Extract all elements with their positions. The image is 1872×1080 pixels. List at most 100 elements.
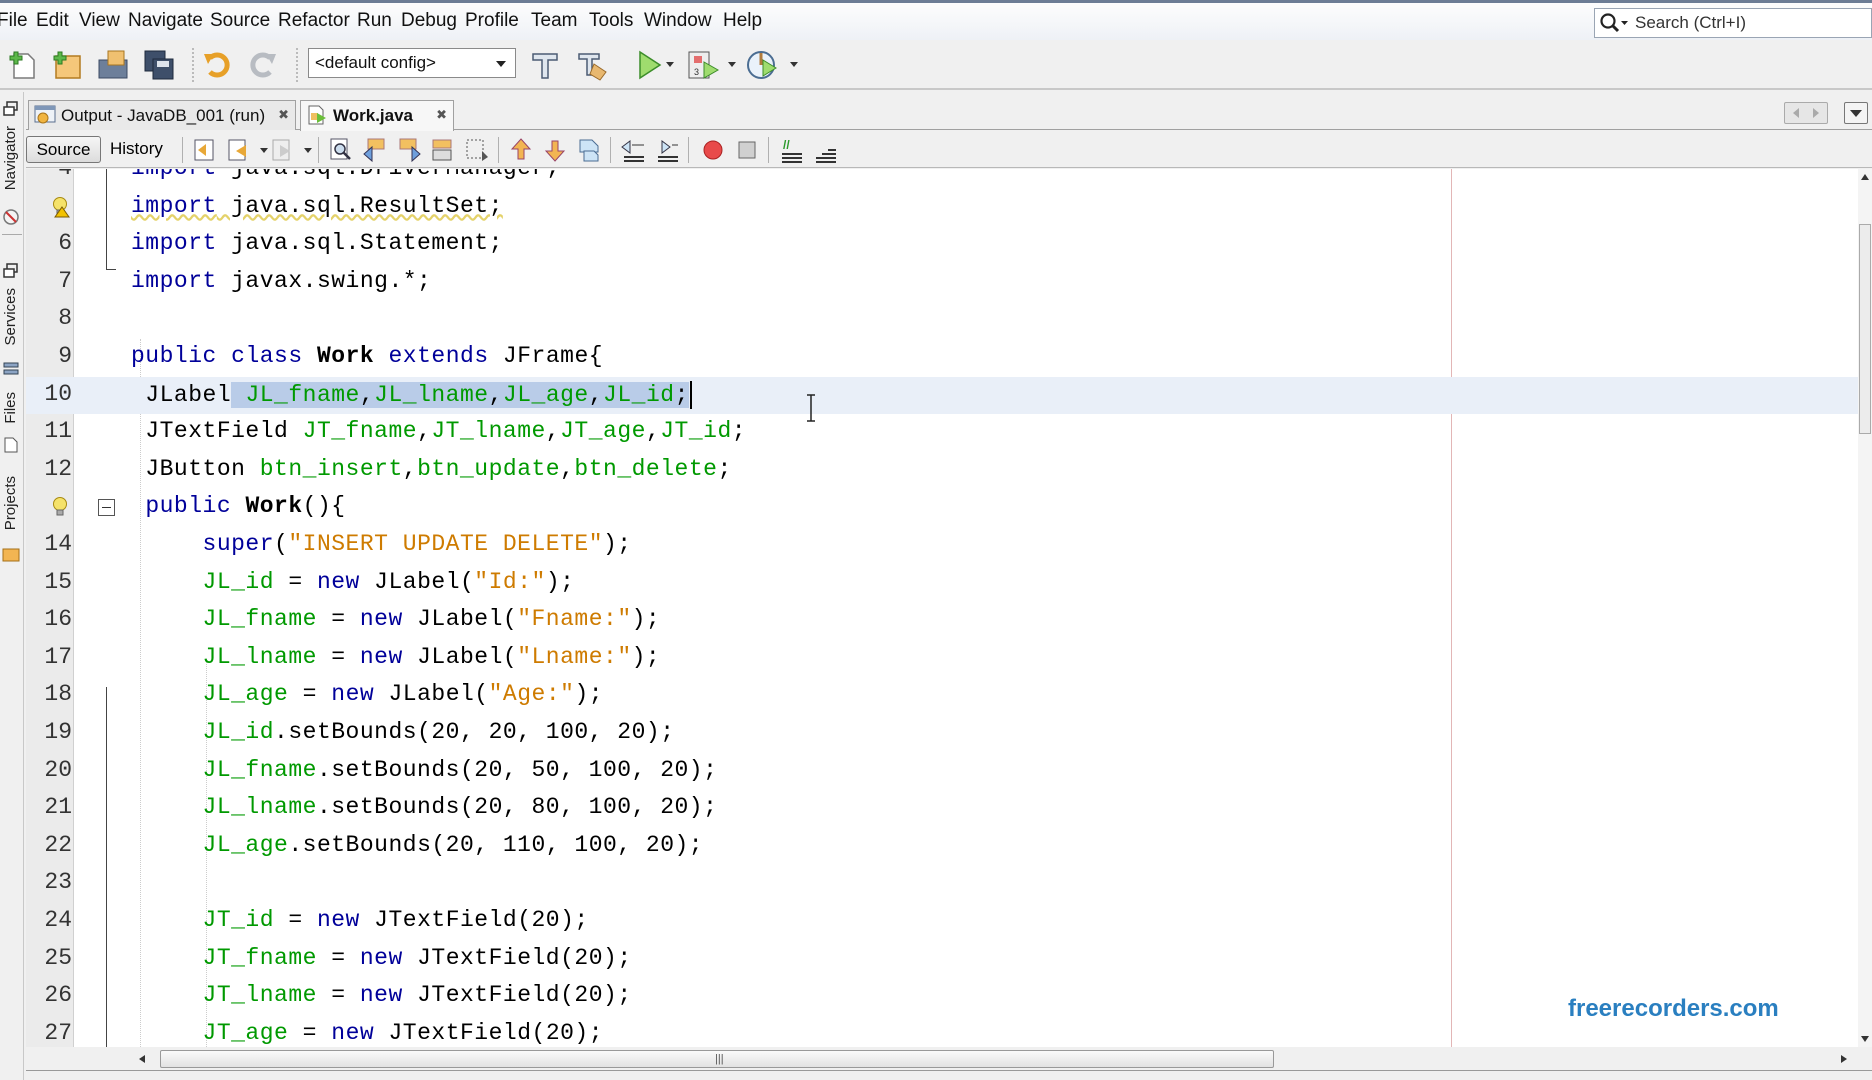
menu-window[interactable]: Window — [644, 10, 712, 32]
shift-right-icon[interactable] — [654, 137, 680, 163]
back-dropdown-arrow[interactable] — [260, 148, 268, 153]
code-line[interactable]: 23 — [26, 865, 1858, 903]
run-icon[interactable] — [632, 48, 666, 82]
back-icon[interactable] — [226, 137, 252, 163]
menu-team[interactable]: Team — [531, 10, 577, 32]
menu-run[interactable]: Run — [357, 10, 392, 32]
forward-icon[interactable] — [270, 137, 296, 163]
code-line[interactable]: 19 JL_id.setBounds(20, 20, 100, 20); — [26, 715, 1858, 753]
find-selection-icon[interactable] — [430, 137, 456, 163]
code-line[interactable]: 4 import java.sql.DriverManager; — [26, 169, 1858, 189]
code-line[interactable]: import java.sql.ResultSet; — [26, 189, 1858, 227]
code-line[interactable]: 6 import java.sql.Statement; — [26, 226, 1858, 264]
start-macro-recording-icon[interactable] — [700, 137, 726, 163]
last-edit-icon[interactable] — [192, 137, 218, 163]
next-bookmark-icon[interactable] — [542, 137, 568, 163]
profile-dropdown-arrow[interactable] — [790, 62, 798, 67]
find-next-icon[interactable] — [396, 137, 422, 163]
chevron-down-icon[interactable] — [491, 53, 511, 73]
close-icon[interactable]: ✖ — [278, 107, 289, 123]
warning-bulb-icon[interactable] — [50, 196, 70, 218]
menu-navigate[interactable]: Navigate — [128, 10, 203, 32]
code-line[interactable]: 21 JL_lname.setBounds(20, 80, 100, 20); — [26, 790, 1858, 828]
code-line[interactable]: 18 JL_age = new JLabel("Age:"); — [26, 677, 1858, 715]
new-file-icon[interactable] — [6, 48, 40, 82]
tab-output[interactable]: Output - JavaDB_001 (run) ✖ — [28, 100, 296, 130]
toggle-rectangular-selection-icon[interactable] — [464, 137, 490, 163]
previous-bookmark-icon[interactable] — [508, 137, 534, 163]
code-line[interactable]: 24 JT_id = new JTextField(20); — [26, 903, 1858, 941]
code-line[interactable]: 7 import javax.swing.*; — [26, 264, 1858, 302]
vertical-scroll-thumb[interactable] — [1859, 224, 1871, 434]
restore-window-icon[interactable] — [2, 262, 20, 280]
tab-scroll-left-icon[interactable] — [1788, 106, 1804, 120]
uncomment-icon[interactable] — [812, 137, 838, 163]
open-project-icon[interactable] — [96, 48, 130, 82]
menu-help[interactable]: Help — [723, 10, 762, 32]
code-line[interactable]: 20 JL_fname.setBounds(20, 50, 100, 20); — [26, 753, 1858, 791]
search-input[interactable]: Search (Ctrl+I) — [1594, 8, 1872, 38]
code-line[interactable]: 8 — [26, 301, 1858, 339]
vertical-scrollbar[interactable] — [1858, 169, 1872, 1047]
menu-refactor[interactable]: Refactor — [278, 10, 350, 32]
horizontal-scrollbar[interactable]: ||| — [26, 1047, 1872, 1071]
files-icon[interactable] — [2, 436, 20, 454]
debug-icon[interactable]: 3 — [686, 48, 720, 82]
projects-icon[interactable] — [2, 544, 20, 562]
tab-work-java[interactable]: Work.java ✖ — [300, 100, 454, 131]
services-icon[interactable] — [2, 360, 20, 378]
scroll-down-arrow-icon[interactable] — [1860, 1035, 1870, 1043]
redo-icon[interactable] — [246, 48, 280, 82]
menu-edit[interactable]: Edit — [36, 10, 69, 32]
code-line[interactable]: 14 super("INSERT UPDATE DELETE"); — [26, 527, 1858, 565]
shift-left-icon[interactable] — [620, 137, 646, 163]
search-icon[interactable] — [1599, 12, 1629, 34]
new-project-icon[interactable] — [50, 48, 84, 82]
toggle-bookmark-icon[interactable] — [576, 137, 602, 163]
profile-icon[interactable] — [746, 48, 780, 82]
save-all-icon[interactable] — [142, 48, 176, 82]
debug-dropdown-arrow[interactable] — [728, 62, 736, 67]
code-line[interactable]: 11 JTextField JT_fname,JT_lname,JT_age,J… — [26, 414, 1858, 452]
undo-icon[interactable] — [200, 48, 234, 82]
history-view-button[interactable]: History — [110, 139, 163, 159]
menu-view[interactable]: View — [79, 10, 120, 32]
comment-icon[interactable]: // — [778, 137, 804, 163]
run-dropdown-arrow[interactable] — [666, 62, 674, 67]
scroll-left-arrow-icon[interactable] — [138, 1054, 146, 1064]
restore-window-icon[interactable] — [2, 100, 20, 118]
horizontal-scroll-thumb[interactable]: ||| — [160, 1050, 1274, 1068]
clean-build-icon[interactable] — [576, 48, 610, 82]
code-line[interactable]: 16 JL_fname = new JLabel("Fname:"); — [26, 602, 1858, 640]
stop-macro-recording-icon[interactable] — [734, 137, 760, 163]
menu-tools[interactable]: Tools — [589, 10, 633, 32]
tab-list-button[interactable] — [1844, 102, 1868, 124]
code-line[interactable]: 15 JL_id = new JLabel("Id:"); — [26, 565, 1858, 603]
find-previous-icon[interactable] — [362, 137, 388, 163]
menu-source[interactable]: Source — [210, 10, 270, 32]
navigator-icon[interactable] — [2, 208, 20, 226]
config-select[interactable]: <default config> — [308, 48, 516, 78]
hint-bulb-icon[interactable] — [50, 496, 70, 518]
code-editor[interactable]: 4 import java.sql.DriverManager; import ja… — [26, 169, 1858, 1047]
code-line[interactable]: 9 public class Work extends JFrame{ — [26, 339, 1858, 377]
build-icon[interactable] — [528, 48, 562, 82]
find-icon[interactable] — [328, 137, 354, 163]
scroll-right-arrow-icon[interactable] — [1840, 1054, 1848, 1064]
sidebar-item-services[interactable]: Services — [2, 288, 19, 346]
code-line[interactable]: 25 JT_fname = new JTextField(20); — [26, 941, 1858, 979]
sidebar-item-projects[interactable]: Projects — [2, 476, 19, 530]
source-view-button[interactable]: Source — [26, 136, 101, 163]
code-line[interactable]: 22 JL_age.setBounds(20, 110, 100, 20); — [26, 828, 1858, 866]
close-icon[interactable]: ✖ — [436, 107, 447, 123]
code-line[interactable]: public Work(){ — [26, 489, 1858, 527]
sidebar-item-navigator[interactable]: Navigator — [2, 126, 19, 190]
menu-debug[interactable]: Debug — [401, 10, 457, 32]
menu-file[interactable]: File — [0, 10, 28, 32]
forward-dropdown-arrow[interactable] — [304, 148, 312, 153]
collapse-fold-icon[interactable] — [98, 499, 115, 517]
sidebar-item-files[interactable]: Files — [2, 392, 19, 424]
scroll-up-arrow-icon[interactable] — [1860, 173, 1870, 181]
code-line[interactable]: 12 JButton btn_insert,btn_update,btn_del… — [26, 452, 1858, 490]
tab-scroll-right-icon[interactable] — [1808, 106, 1824, 120]
